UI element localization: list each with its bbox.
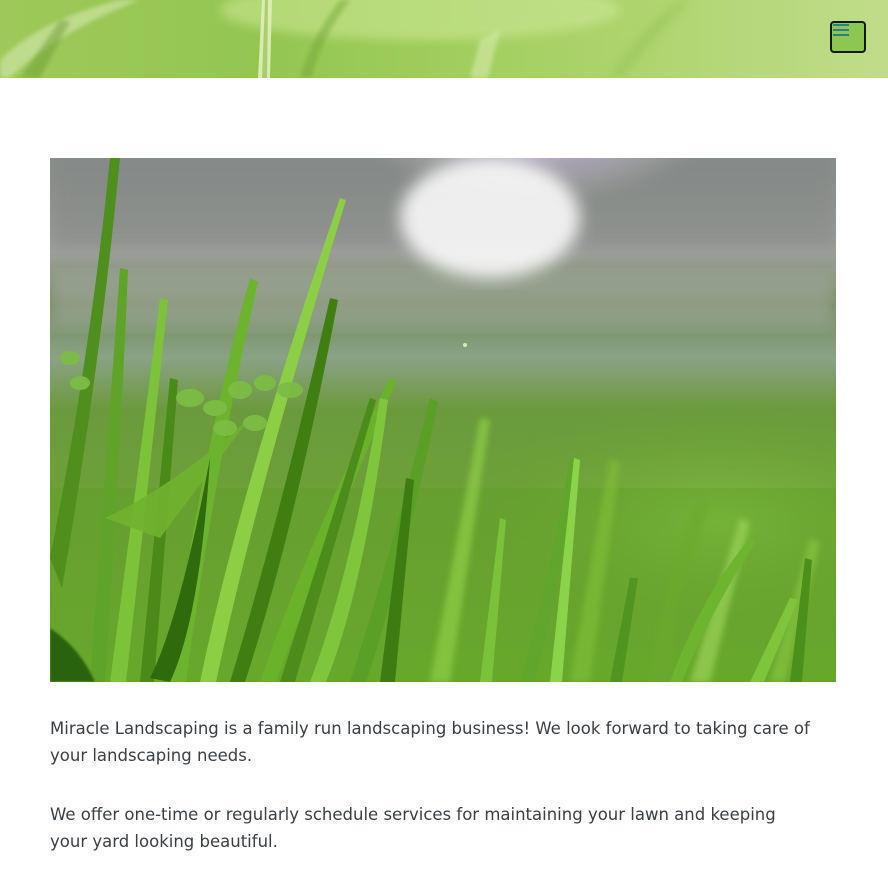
intro-paragraph-1: Miracle Landscaping is a family run land… xyxy=(50,719,810,765)
hamburger-menu-icon xyxy=(833,24,849,36)
grass-photo xyxy=(50,158,836,682)
intro-paragraph-2: We offer one-time or regularly schedule … xyxy=(50,805,776,851)
intro-text: Miracle Landscaping is a family run land… xyxy=(50,715,810,885)
page: Miracle Landscaping is a family run land… xyxy=(0,0,888,885)
header-grass-image xyxy=(0,0,888,78)
header-banner xyxy=(0,0,888,78)
menu-toggle-button[interactable] xyxy=(830,21,866,53)
hero-image xyxy=(50,158,836,682)
